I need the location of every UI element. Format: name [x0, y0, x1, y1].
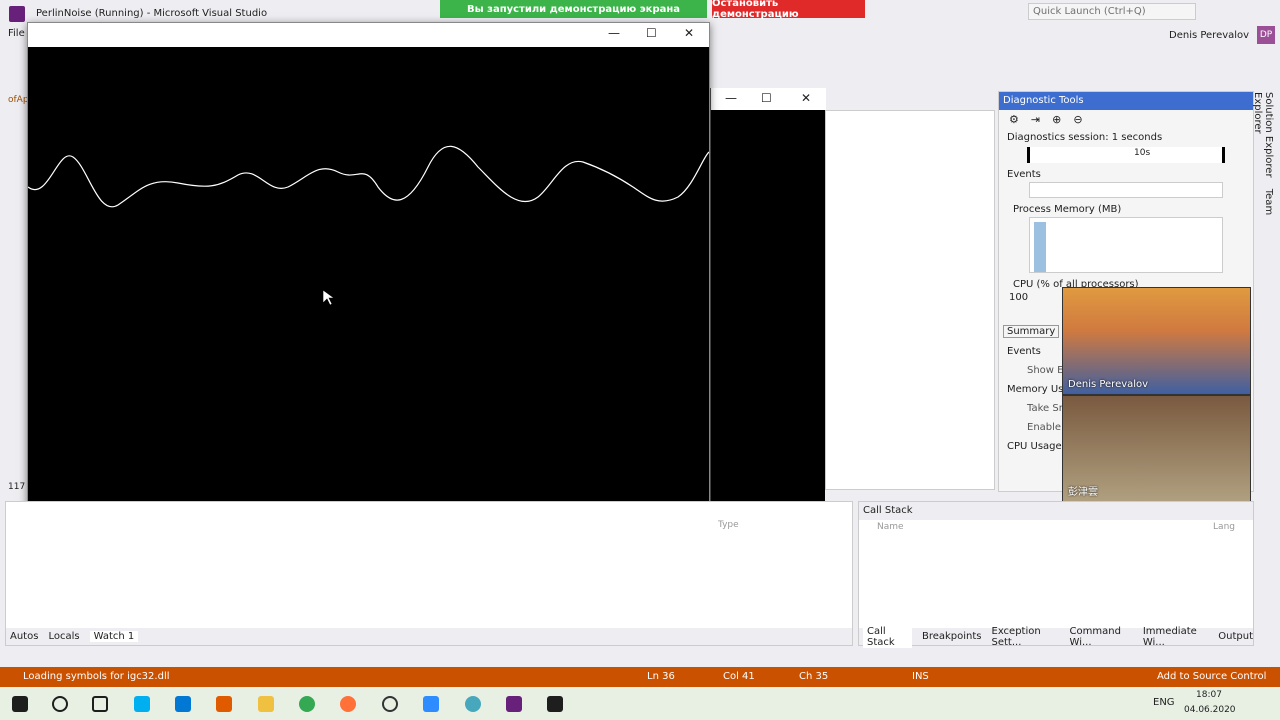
zoom-out-icon[interactable]: ⊖	[1073, 113, 1082, 127]
status-mode: INS	[912, 671, 929, 682]
timeline-ruler[interactable]: 10s	[1027, 147, 1225, 163]
openframeworks-icon[interactable]	[547, 696, 563, 712]
col-lang: Lang	[1213, 522, 1235, 532]
status-ln: Ln 36	[647, 671, 675, 682]
window-title: PerlinNoise (Running) - Microsoft Visual…	[36, 8, 268, 19]
visual-studio-logo-icon	[9, 6, 25, 22]
electron-icon[interactable]	[465, 696, 481, 712]
call-stack-panel[interactable]: Call Stack Name Lang Call Stack Breakpoi…	[858, 501, 1254, 648]
status-ch: Ch 35	[799, 671, 829, 682]
left-doc-tab[interactable]: ofAp	[8, 95, 29, 105]
perlin-noise-window[interactable]: — ☐ ✕	[27, 22, 710, 559]
close-icon[interactable]: ✕	[801, 91, 811, 105]
webcam-tile: Denis Perevalov	[1062, 287, 1251, 395]
screenshare-status: Вы запустили демонстрацию экрана	[440, 0, 707, 18]
memory-bar	[1034, 222, 1046, 272]
cursor-icon	[322, 289, 335, 306]
app-titlebar: — ☐ ✕	[28, 23, 709, 47]
firefox-icon[interactable]	[340, 696, 356, 712]
watch-col-type: Type	[718, 520, 739, 530]
obs-icon[interactable]	[382, 696, 398, 712]
maximize-icon[interactable]: ☐	[646, 26, 657, 40]
tab-summary[interactable]: Summary	[1003, 325, 1060, 338]
outlook-icon[interactable]	[175, 696, 191, 712]
add-to-source-control[interactable]: Add to Source Control	[1157, 671, 1266, 682]
webcam-name: 彭津雲	[1068, 487, 1098, 498]
tab-output[interactable]: Output	[1218, 631, 1253, 642]
col-name: Name	[877, 522, 904, 532]
diag-toolbar: ⚙ ⇥ ⊕ ⊖	[999, 110, 1253, 130]
minimize-icon[interactable]: —	[608, 26, 620, 40]
language-indicator[interactable]: ENG	[1153, 697, 1175, 708]
clock-time[interactable]: 18:07	[1196, 690, 1222, 700]
houdini-icon[interactable]	[216, 696, 232, 712]
visual-studio-icon[interactable]	[506, 696, 522, 712]
taskbar: ENG 18:07 04.06.2020	[0, 687, 1280, 720]
tab-immediate-window[interactable]: Immediate Wi...	[1143, 626, 1208, 648]
events-track	[1029, 182, 1223, 198]
solution-explorer-tab[interactable]: Solution Explorer	[1263, 92, 1274, 178]
status-message: Loading symbols for igc32.dll	[23, 671, 170, 682]
memory-graph	[1029, 217, 1223, 273]
editor-area[interactable]	[825, 110, 995, 490]
watch-panel[interactable]: Type Autos Locals Watch 1	[5, 501, 853, 646]
zoom-icon[interactable]	[423, 696, 439, 712]
status-bar: Loading symbols for igc32.dll Ln 36 Col …	[0, 667, 1280, 687]
windows-start-icon[interactable]	[12, 696, 28, 712]
tab-locals[interactable]: Locals	[48, 631, 79, 642]
tab-exception-settings[interactable]: Exception Sett...	[992, 626, 1060, 648]
webcam-name: Denis Perevalov	[1068, 379, 1149, 390]
memory-section[interactable]: Process Memory (MB)	[999, 200, 1253, 215]
watch-tabs: Autos Locals Watch 1	[6, 628, 852, 645]
clock-date[interactable]: 04.06.2020	[1184, 705, 1236, 715]
diag-session: Diagnostics session: 1 seconds	[1007, 132, 1163, 143]
export-icon[interactable]: ⇥	[1031, 113, 1040, 127]
close-icon[interactable]: ✕	[684, 26, 694, 40]
console-titlebar: — ☐ ✕	[711, 88, 826, 110]
tab-call-stack[interactable]: Call Stack	[863, 625, 912, 648]
tab-autos[interactable]: Autos	[10, 631, 38, 642]
avatar[interactable]: DP	[1257, 26, 1275, 44]
user-name[interactable]: Denis Perevalov	[1169, 30, 1249, 41]
webcam-tile: 彭津雲	[1062, 395, 1251, 503]
call-stack-columns: Name Lang	[859, 520, 1253, 534]
diagnostic-tools-header: Diagnostic Tools	[999, 92, 1253, 110]
events-section[interactable]: Events	[999, 165, 1253, 180]
timeline-mark: 10s	[1134, 148, 1151, 158]
perlin-noise-canvas	[28, 145, 709, 306]
side-tabs: Solution Explorer Team Explorer	[1252, 92, 1274, 252]
line-number: 117	[8, 482, 26, 492]
task-view-icon[interactable]	[92, 696, 108, 712]
tab-watch1[interactable]: Watch 1	[89, 631, 139, 642]
quick-launch-input[interactable]: Quick Launch (Ctrl+Q)	[1028, 3, 1196, 20]
call-stack-header: Call Stack	[859, 502, 1253, 520]
tab-command-window[interactable]: Command Wi...	[1070, 626, 1133, 648]
noise-curve	[28, 145, 709, 208]
skype-icon[interactable]	[134, 696, 150, 712]
maximize-icon[interactable]: ☐	[761, 91, 772, 105]
file-explorer-icon[interactable]	[258, 696, 274, 712]
zoom-in-icon[interactable]: ⊕	[1052, 113, 1061, 127]
console-window[interactable]: — ☐ ✕	[710, 88, 826, 511]
status-col: Col 41	[723, 671, 755, 682]
file-menu[interactable]: File	[8, 28, 25, 39]
minimize-icon[interactable]: —	[725, 91, 737, 105]
stop-screenshare-button[interactable]: Остановить демонстрацию	[712, 0, 865, 20]
tab-breakpoints[interactable]: Breakpoints	[922, 631, 982, 642]
chrome-icon[interactable]	[299, 696, 315, 712]
call-stack-tabs: Call Stack Breakpoints Exception Sett...…	[859, 625, 1253, 648]
gear-icon[interactable]: ⚙	[1009, 113, 1019, 127]
search-icon[interactable]	[52, 696, 68, 712]
